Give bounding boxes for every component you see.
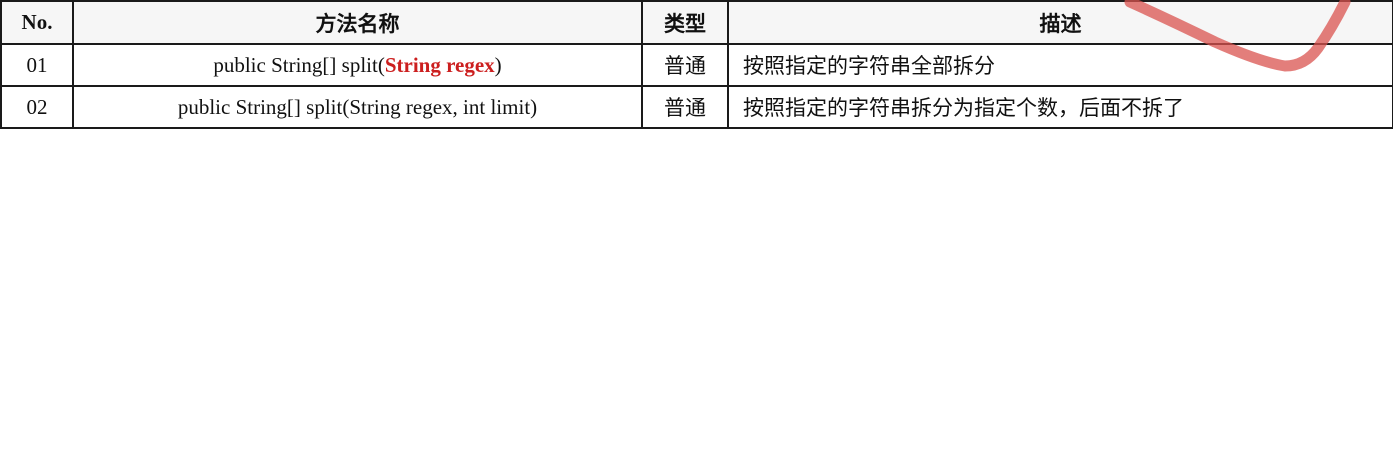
- header-description: 描述: [727, 0, 1393, 45]
- table-header-row: No. 方法名称 类型 描述: [0, 0, 1393, 45]
- method-type: 普通: [641, 85, 729, 129]
- header-method-name: 方法名称: [72, 0, 643, 45]
- method-text: public String[] split(: [213, 52, 385, 77]
- method-description: 按照指定的字符串拆分为指定个数，后面不拆了: [727, 85, 1393, 129]
- table-row: 01 public String[] split(String regex) 普…: [0, 43, 1393, 87]
- row-number: 01: [0, 43, 74, 87]
- method-signature: public String[] split(String regex): [72, 43, 643, 87]
- method-parameter-highlight: String regex: [384, 52, 495, 77]
- table-row: 02 public String[] split(String regex, i…: [0, 85, 1393, 129]
- method-signature: public String[] split(String regex, int …: [72, 85, 643, 129]
- method-description: 按照指定的字符串全部拆分: [727, 43, 1393, 87]
- row-number: 02: [0, 85, 74, 129]
- method-type: 普通: [641, 43, 729, 87]
- header-type: 类型: [641, 0, 729, 45]
- header-no: No.: [0, 0, 74, 45]
- method-text-suffix: ): [494, 52, 502, 77]
- method-text: public String[] split(String regex, int …: [177, 94, 538, 119]
- method-table: No. 方法名称 类型 描述 01 public String[] split(…: [0, 0, 1393, 129]
- document-page: No. 方法名称 类型 描述 01 public String[] split(…: [0, 0, 1393, 460]
